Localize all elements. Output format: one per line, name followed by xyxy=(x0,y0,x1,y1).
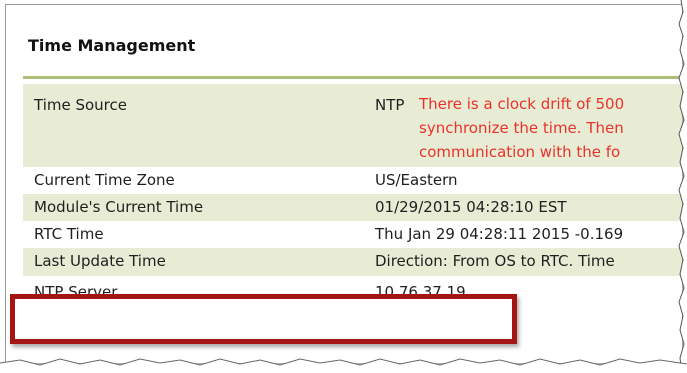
warning-line: communication with the fo xyxy=(419,143,621,161)
ntp-server-highlight-box xyxy=(10,294,517,344)
time-source-value: NTP xyxy=(375,96,405,114)
rtc-time-label: RTC Time xyxy=(34,225,104,243)
module-current-time-label: Module's Current Time xyxy=(34,198,204,216)
table-row-last-update-time: Last Update Time Direction: From OS to R… xyxy=(23,248,682,276)
module-current-time-value: 01/29/2015 04:28:10 EST xyxy=(375,198,567,216)
table-row-rtc-time: RTC Time Thu Jan 29 04:28:11 2015 -0.169 xyxy=(23,221,682,248)
current-time-zone-label: Current Time Zone xyxy=(34,171,175,189)
warning-line: synchronize the time. Then xyxy=(419,119,624,137)
table-row-current-time-zone: Current Time Zone US/Eastern xyxy=(23,167,682,194)
current-time-zone-value: US/Eastern xyxy=(375,171,458,189)
torn-right-edge xyxy=(678,0,687,373)
rtc-time-value: Thu Jan 29 04:28:11 2015 -0.169 xyxy=(375,225,624,243)
table-row-module-current-time: Module's Current Time 01/29/2015 04:28:1… xyxy=(23,194,682,221)
clock-drift-warning: There is a clock drift of 500 synchroniz… xyxy=(419,92,624,164)
warning-line: There is a clock drift of 500 xyxy=(419,95,625,113)
last-update-time-value: Direction: From OS to RTC. Time xyxy=(375,252,615,270)
torn-bottom-edge xyxy=(0,358,687,373)
time-source-label: Time Source xyxy=(34,96,127,114)
title-divider xyxy=(23,76,682,79)
time-settings-table: Time Source NTP There is a clock drift o… xyxy=(23,84,682,310)
last-update-time-label: Last Update Time xyxy=(34,252,166,270)
panel-title: Time Management xyxy=(28,36,196,55)
table-row-time-source: Time Source NTP There is a clock drift o… xyxy=(23,84,682,167)
